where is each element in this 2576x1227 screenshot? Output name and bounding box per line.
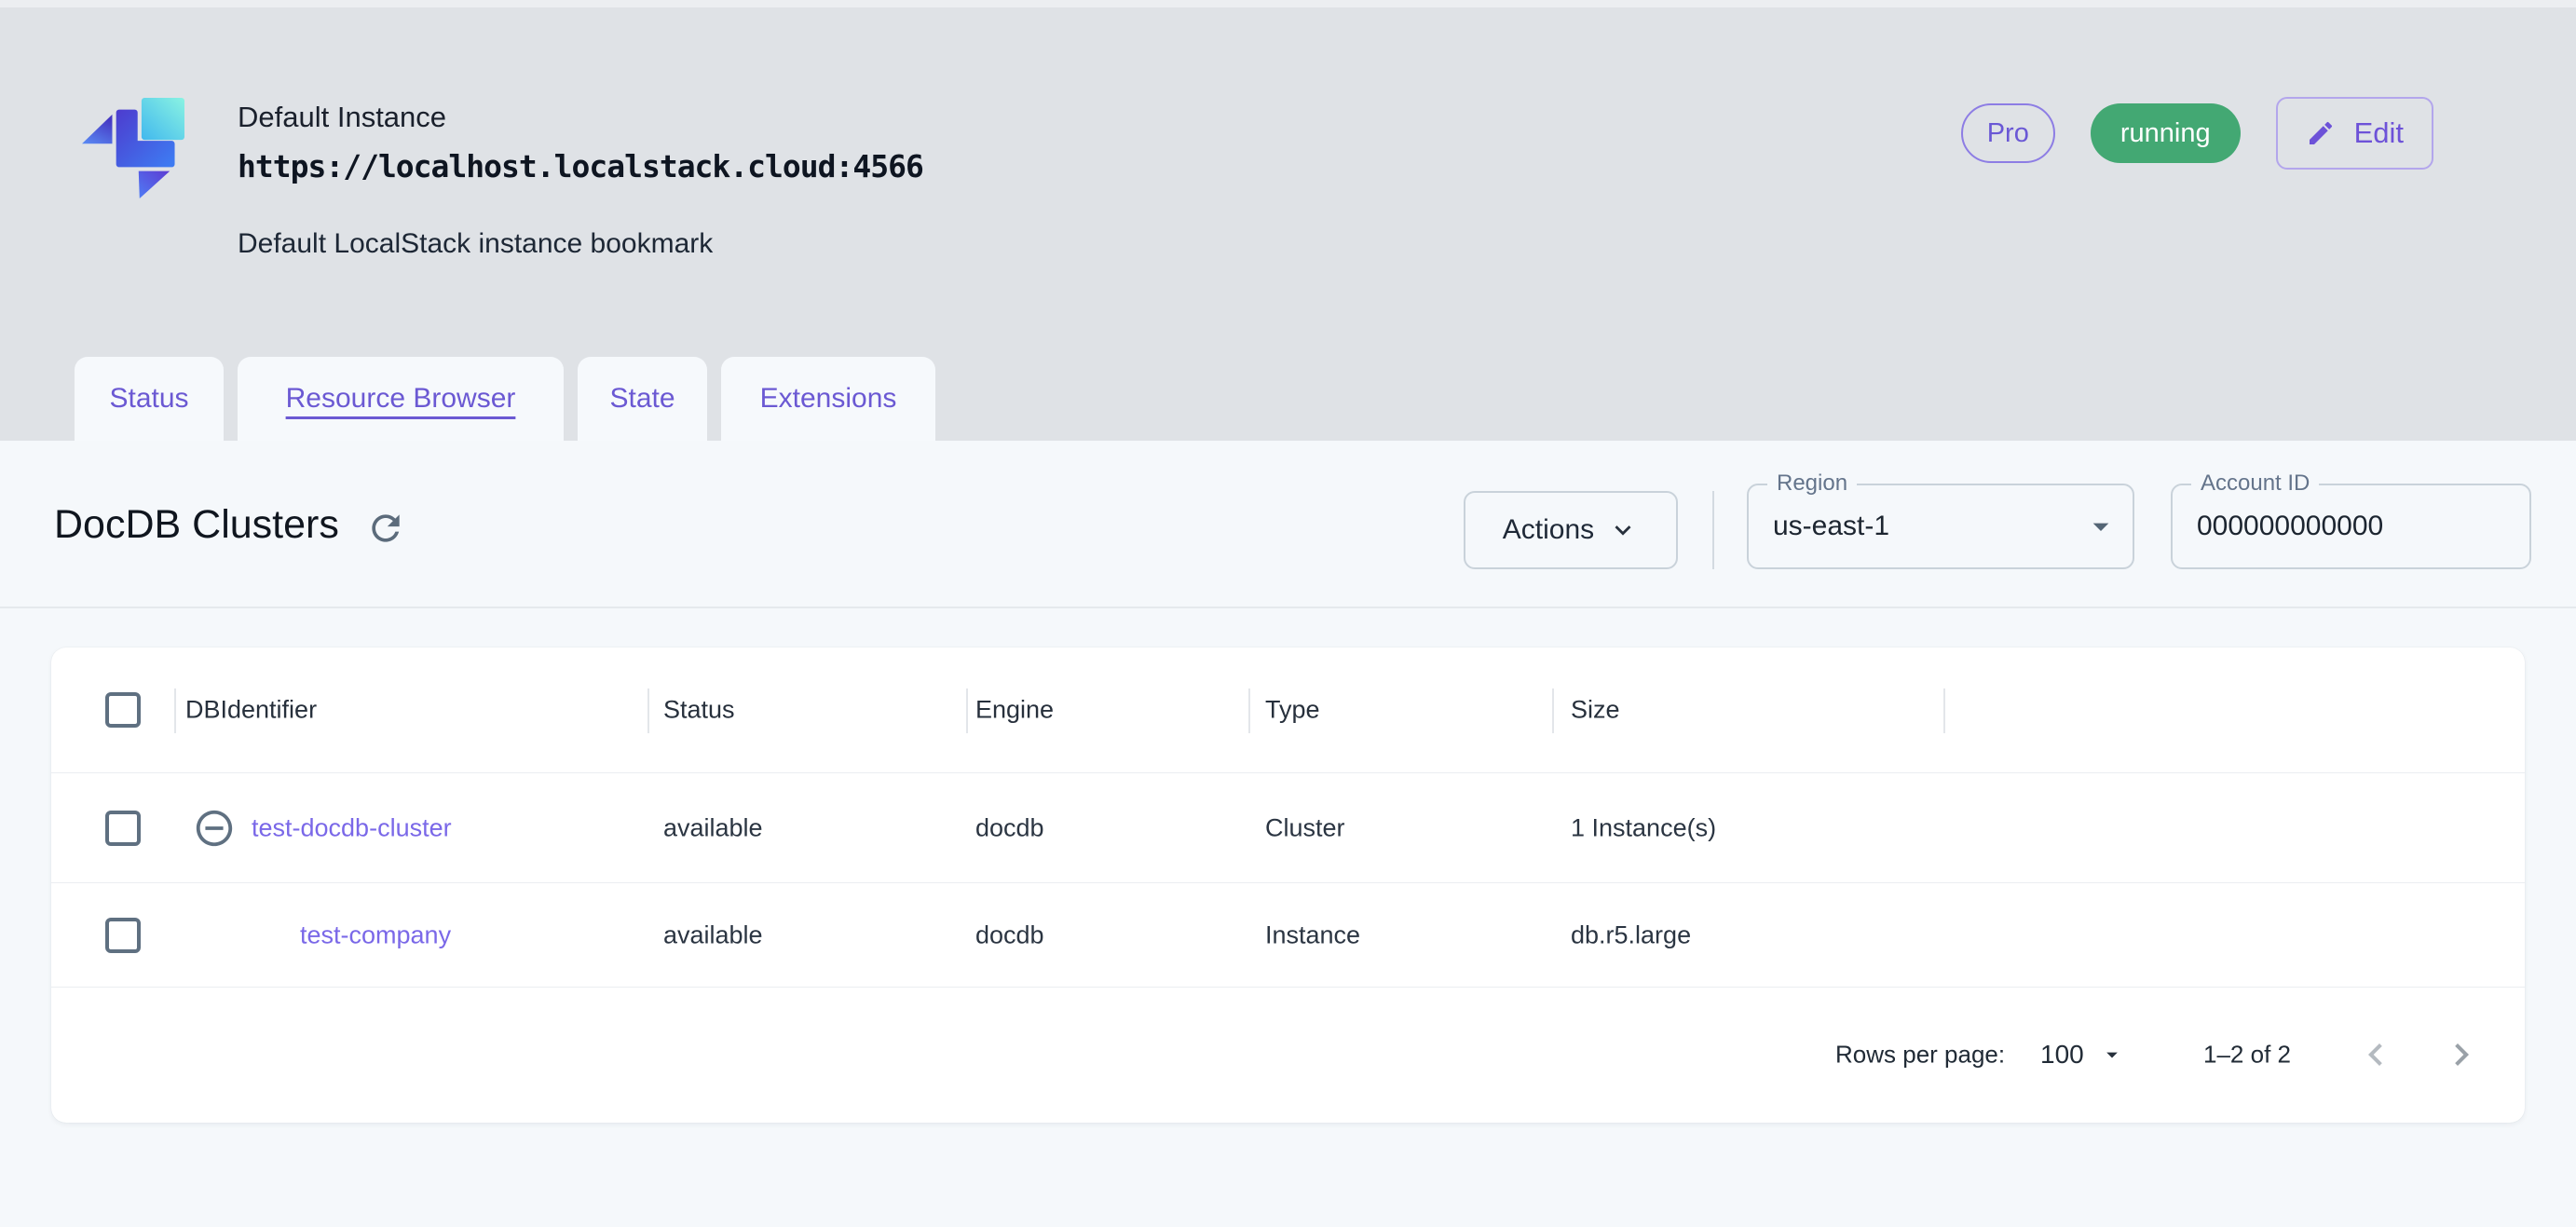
- table-pagination: Rows per page: 100 1–2 of 2: [51, 988, 2525, 1122]
- rows-per-page-select[interactable]: 100: [2040, 1040, 2125, 1070]
- row-cell-type: Instance: [1265, 920, 1361, 948]
- resource-toolbar: DocDB Clusters Actions Region us-east-1 …: [0, 441, 2576, 608]
- top-strip: [0, 0, 2576, 7]
- region-value: us-east-1: [1773, 511, 1890, 541]
- account-id-label: Account ID: [2191, 470, 2320, 497]
- tab-status-label: Status: [109, 383, 189, 414]
- column-header-type[interactable]: Type: [1265, 696, 1320, 725]
- column-separator: [1943, 688, 1945, 733]
- chevron-left-icon: [2368, 1043, 2382, 1066]
- row-checkbox[interactable]: [105, 917, 141, 953]
- rows-per-page-value: 100: [2040, 1040, 2084, 1069]
- instance-url: https://localhost.localstack.cloud:4566: [238, 148, 924, 184]
- account-id-value: 000000000000: [2197, 511, 2384, 541]
- tab-resource-browser[interactable]: Resource Browser: [238, 357, 564, 441]
- header-controls: Pro running Edit: [1960, 97, 2433, 170]
- table-row: test-company available docdb Instance db…: [51, 883, 2525, 988]
- region-select[interactable]: Region us-east-1: [1747, 470, 2134, 569]
- edit-button[interactable]: Edit: [2275, 97, 2433, 170]
- status-badge-label: running: [2119, 117, 2211, 148]
- tab-state-label: State: [609, 383, 675, 414]
- toolbar-divider: [1712, 491, 1714, 569]
- row-cell-engine: docdb: [975, 813, 1044, 841]
- tab-bar: Status Resource Browser State Extensions: [75, 357, 935, 441]
- column-separator: [1248, 688, 1250, 733]
- pro-badge[interactable]: Pro: [1960, 103, 2055, 163]
- instance-header: Default Instance https://localhost.local…: [0, 7, 2576, 441]
- column-separator: [174, 688, 176, 733]
- page-title: DocDB Clusters: [54, 502, 339, 547]
- row-link-dbidentifier[interactable]: test-docdb-cluster: [252, 813, 452, 842]
- chevron-down-icon: [1615, 525, 1631, 536]
- next-page-button[interactable]: [2439, 1032, 2484, 1077]
- tab-status[interactable]: Status: [75, 357, 224, 441]
- table-row: test-docdb-cluster available docdb Clust…: [51, 773, 2525, 883]
- tab-extensions[interactable]: Extensions: [721, 357, 935, 441]
- rows-per-page-label: Rows per page:: [1835, 1040, 2006, 1069]
- account-id-field[interactable]: Account ID 000000000000: [2171, 470, 2531, 569]
- column-separator: [647, 688, 649, 733]
- tab-state[interactable]: State: [578, 357, 707, 441]
- column-header-size[interactable]: Size: [1571, 696, 1620, 725]
- pencil-icon: [2309, 121, 2332, 144]
- instance-title: Default Instance: [238, 101, 447, 133]
- status-badge: running: [2090, 103, 2241, 163]
- actions-button[interactable]: Actions: [1464, 491, 1678, 569]
- chevron-right-icon: [2455, 1043, 2469, 1066]
- previous-page-button[interactable]: [2353, 1032, 2398, 1077]
- row-cell-type: Cluster: [1265, 813, 1345, 841]
- column-header-engine[interactable]: Engine: [975, 696, 1054, 725]
- row-cell-size: 1 Instance(s): [1571, 813, 1717, 841]
- refresh-button[interactable]: [365, 508, 406, 549]
- column-separator: [966, 688, 968, 733]
- refresh-icon: [372, 514, 400, 542]
- row-checkbox[interactable]: [105, 810, 141, 846]
- dropdown-arrow-icon: [2106, 1052, 2118, 1058]
- localstack-logo: [82, 98, 184, 198]
- tab-resource-browser-label: Resource Browser: [285, 383, 516, 414]
- region-label: Region: [1767, 470, 1858, 497]
- instance-subtitle: Default LocalStack instance bookmark: [238, 228, 714, 259]
- pagination-range: 1–2 of 2: [2203, 1040, 2291, 1069]
- column-separator: [1552, 688, 1554, 733]
- column-header-dbidentifier[interactable]: DBIdentifier: [185, 696, 317, 725]
- actions-button-label: Actions: [1502, 514, 1595, 545]
- tab-extensions-label: Extensions: [759, 383, 897, 414]
- dropdown-arrow-icon: [2092, 523, 2109, 531]
- edit-button-label: Edit: [2353, 116, 2404, 149]
- row-cell-size: db.r5.large: [1571, 920, 1692, 948]
- column-header-status[interactable]: Status: [663, 696, 735, 725]
- collapse-row-icon[interactable]: [193, 807, 236, 850]
- row-cell-status: available: [663, 813, 763, 841]
- pro-badge-label: Pro: [1986, 117, 2029, 148]
- row-link-dbidentifier[interactable]: test-company: [300, 920, 451, 949]
- table-header-row: DBIdentifier Status Engine Type Size: [51, 648, 2525, 773]
- docdb-table-card: DBIdentifier Status Engine Type Size tes…: [51, 648, 2525, 1123]
- row-cell-engine: docdb: [975, 920, 1044, 948]
- row-cell-status: available: [663, 920, 763, 948]
- select-all-checkbox[interactable]: [105, 692, 141, 728]
